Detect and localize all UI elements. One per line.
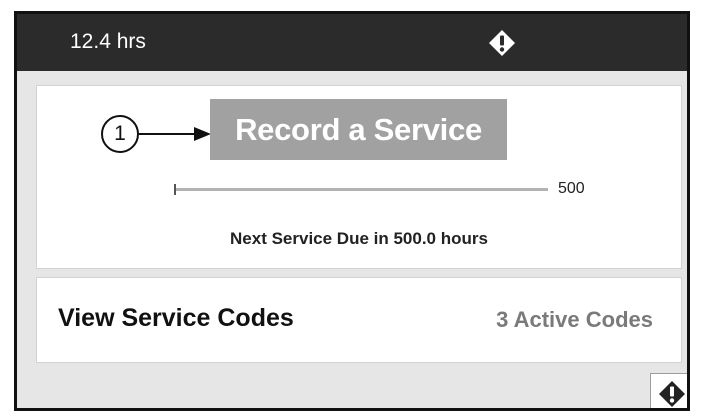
next-service-due-text: Next Service Due in 500.0 hours bbox=[230, 229, 488, 248]
engine-hours: 12.4 hrs bbox=[70, 30, 146, 53]
view-service-codes-button[interactable]: View Service Codes 3 Active Codes bbox=[36, 277, 682, 363]
service-progress-bar bbox=[174, 184, 548, 195]
screen-frame: 12.4 hrs 1 Record a Service 500 Next Ser… bbox=[14, 11, 690, 411]
active-codes-count: 3 Active Codes bbox=[496, 307, 653, 332]
alert-button[interactable] bbox=[650, 373, 687, 408]
record-service-button[interactable]: Record a Service bbox=[210, 99, 507, 160]
progress-indicator bbox=[174, 184, 176, 195]
callout-arrow-icon bbox=[138, 127, 211, 141]
progress-max-label: 500 bbox=[558, 180, 585, 197]
callout-marker: 1 bbox=[101, 115, 139, 153]
service-codes-title: View Service Codes bbox=[58, 304, 294, 332]
service-panel: 1 Record a Service 500 Next Service Due … bbox=[36, 85, 682, 269]
alert-diamond-icon[interactable] bbox=[488, 29, 516, 57]
alert-diamond-icon bbox=[659, 381, 685, 407]
status-bar: 12.4 hrs bbox=[17, 14, 687, 71]
